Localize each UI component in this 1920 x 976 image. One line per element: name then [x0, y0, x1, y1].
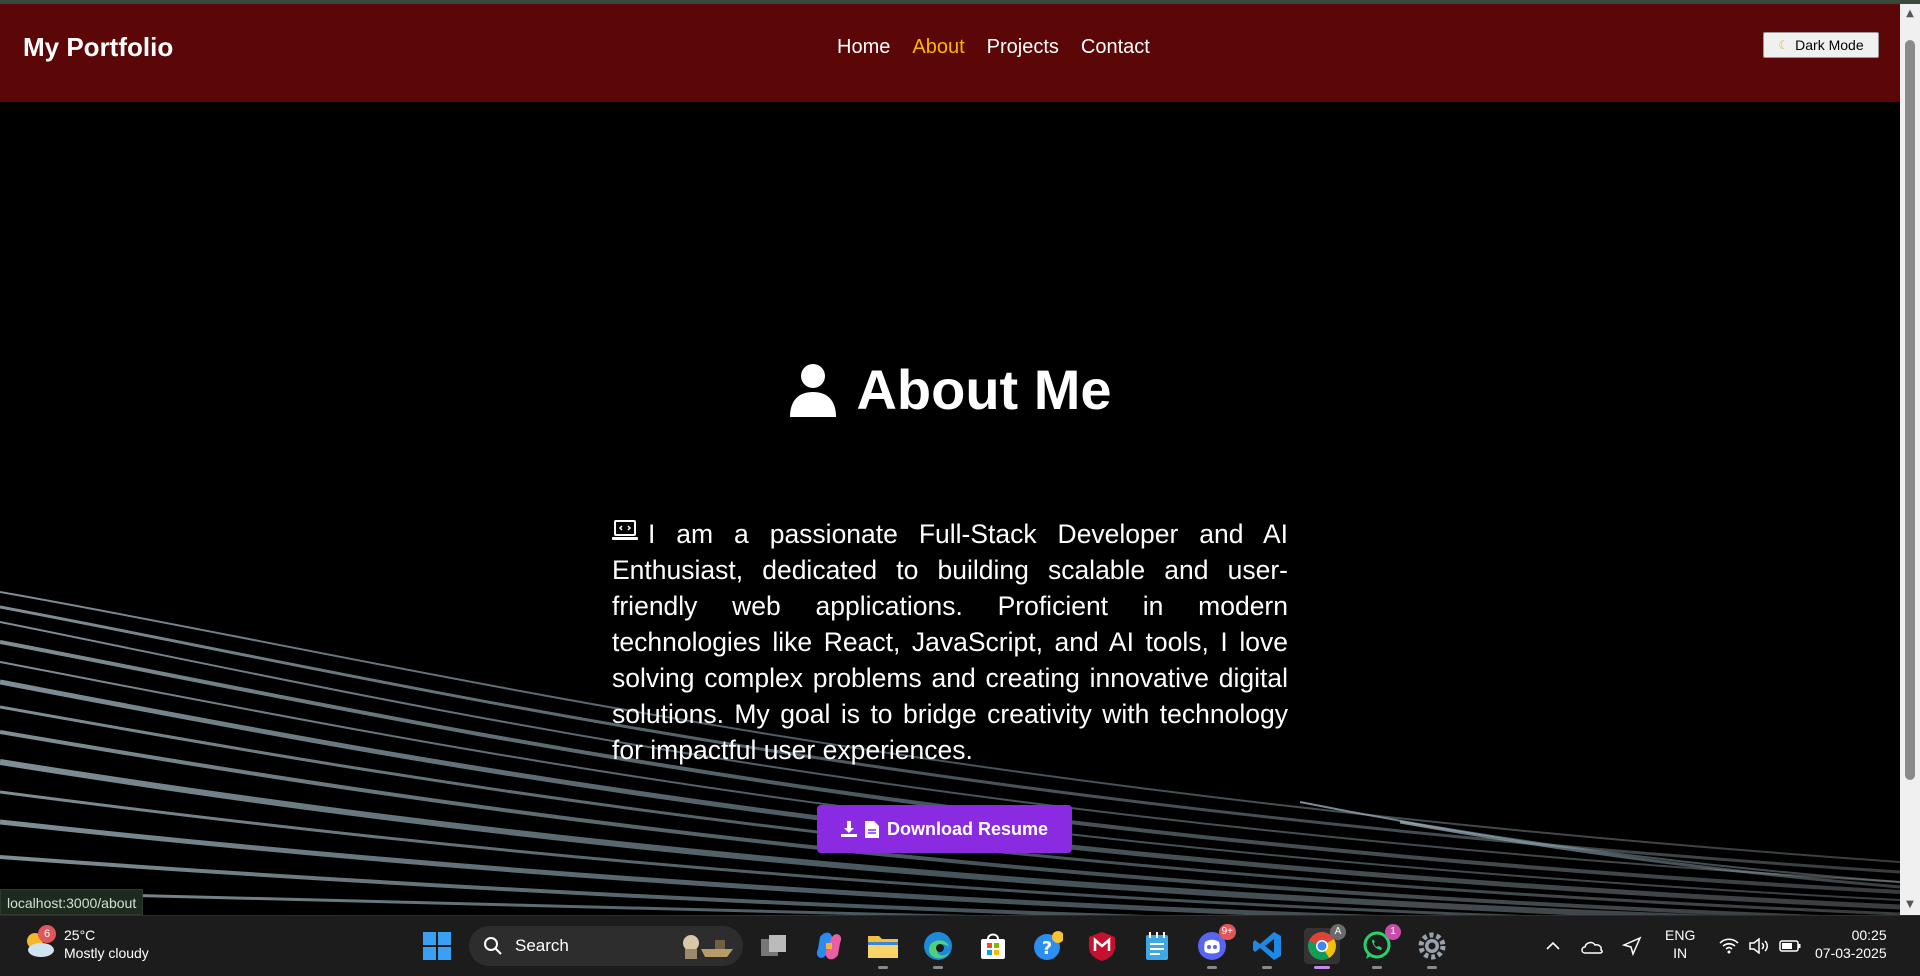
nav-link-projects[interactable]: Projects [987, 36, 1059, 59]
search-icon [484, 937, 502, 955]
file-icon [864, 820, 879, 838]
brand-logo[interactable]: My Portfolio [23, 32, 173, 63]
windows-start-icon[interactable] [419, 928, 455, 964]
quick-settings[interactable] [1710, 928, 1810, 964]
taskbar: 6 25°C Mostly cloudy Search ? 9+ A 1 ENG… [0, 915, 1920, 976]
copilot-icon[interactable] [811, 928, 847, 964]
nav-link-contact[interactable]: Contact [1081, 36, 1150, 59]
dark-mode-label: Dark Mode [1795, 37, 1864, 53]
mcafee-icon[interactable] [1084, 928, 1120, 964]
scroll-down-arrow-icon[interactable]: ▼ [1904, 899, 1916, 911]
weather-condition: Mostly cloudy [64, 945, 149, 961]
whatsapp-badge: 1 [1385, 924, 1401, 940]
discord-icon[interactable]: 9+ [1194, 924, 1236, 969]
region-code: IN [1673, 945, 1688, 961]
about-paragraph-text: I am a passionate Full-Stack Developer a… [612, 519, 1288, 765]
chrome-profile-badge: A [1330, 924, 1346, 940]
about-section: About Me I am a passionate Full-Stack De… [0, 102, 1900, 915]
scrollbar-thumb[interactable] [1905, 40, 1915, 780]
whatsapp-icon[interactable]: 1 [1359, 924, 1401, 969]
discord-badge: 9+ [1218, 924, 1236, 940]
download-icon [840, 821, 857, 837]
clock-date: 07-03-2025 [1815, 945, 1887, 961]
notepad-icon[interactable] [1139, 928, 1175, 964]
partly-cloudy-icon: 6 [22, 925, 56, 959]
weather-badge: 6 [38, 925, 56, 943]
task-view-icon[interactable] [756, 928, 792, 964]
tray-chevron-up-icon[interactable] [1535, 928, 1571, 964]
language-code: ENG [1665, 927, 1696, 943]
wifi-icon [1719, 938, 1739, 954]
dark-mode-button[interactable]: ☾ Dark Mode [1763, 32, 1879, 58]
search-label: Search [515, 936, 569, 955]
onedrive-cloud-icon[interactable] [1574, 928, 1610, 964]
temperature: 25°C [64, 927, 96, 943]
volume-icon [1749, 938, 1768, 954]
nav-link-home[interactable]: Home [837, 36, 890, 59]
search-highlight-icon [683, 935, 733, 959]
about-paragraph: I am a passionate Full-Stack Developer a… [612, 516, 1288, 768]
about-title-text: About Me [856, 358, 1112, 421]
help-icon[interactable]: ? [1030, 928, 1066, 964]
moon-icon: ☾ [1778, 38, 1790, 52]
navbar: My Portfolio Home About Projects Contact… [0, 4, 1900, 102]
vscode-icon[interactable] [1249, 928, 1285, 969]
download-resume-button[interactable]: Download Resume [817, 805, 1072, 853]
background-light-streaks [0, 591, 1900, 915]
laptop-code-icon [612, 520, 638, 540]
page-title: About Me [0, 357, 1900, 422]
taskbar-search[interactable]: Search [469, 926, 743, 966]
svg-text:?: ? [1042, 938, 1052, 959]
battery-icon [1779, 940, 1801, 952]
nav-links: Home About Projects Contact [837, 36, 1150, 59]
status-url-bar: localhost:3000/about [0, 889, 144, 915]
settings-gear-icon[interactable] [1414, 928, 1450, 969]
system-clock[interactable]: 00:25 07-03-2025 [1815, 926, 1887, 962]
chrome-browser-icon[interactable]: A [1304, 924, 1346, 969]
microsoft-store-icon[interactable] [975, 928, 1011, 964]
user-icon [790, 363, 837, 417]
clock-time: 00:25 [1851, 927, 1887, 943]
download-resume-label: Download Resume [886, 818, 1049, 839]
location-arrow-icon[interactable] [1614, 928, 1650, 964]
edge-browser-icon[interactable] [920, 928, 956, 969]
file-explorer-icon[interactable] [865, 928, 901, 969]
weather-widget[interactable]: 6 25°C Mostly cloudy [22, 925, 149, 962]
language-indicator[interactable]: ENG IN [1665, 926, 1695, 962]
nav-link-about[interactable]: About [912, 36, 964, 59]
vertical-scrollbar[interactable]: ▲ ▼ [1900, 4, 1920, 915]
scroll-up-arrow-icon[interactable]: ▲ [1904, 8, 1916, 20]
